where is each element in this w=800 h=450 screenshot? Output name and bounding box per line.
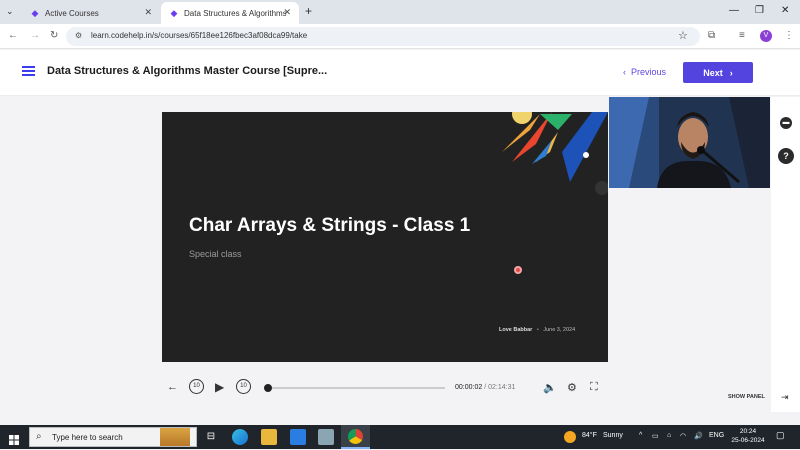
presenter-image xyxy=(609,97,770,188)
exit-panel-icon[interactable]: ⇥ xyxy=(781,392,789,403)
extensions-icon[interactable]: ⧉ xyxy=(708,30,715,41)
profile-avatar[interactable]: V xyxy=(760,30,772,42)
codehelp-favicon-icon: ◆ xyxy=(169,8,179,18)
tab-title: Data Structures & Algorithms M xyxy=(184,9,286,18)
help-icon[interactable]: ? xyxy=(778,148,794,164)
restore-button[interactable]: ❐ xyxy=(755,5,764,16)
show-panel-button[interactable]: SHOW PANEL xyxy=(728,394,765,400)
back-arrow-icon[interactable]: ← xyxy=(167,381,178,393)
next-label: Next xyxy=(703,68,723,78)
chrome-icon[interactable] xyxy=(341,425,370,449)
fullscreen-icon[interactable]: ⛶ xyxy=(590,381,598,394)
video-subtitle: Special class xyxy=(189,249,242,259)
reload-icon[interactable]: ↻ xyxy=(50,30,58,41)
tab-active-courses[interactable]: ◆ Active Courses ✕ xyxy=(22,2,160,24)
windows-taskbar: ⌕ Type here to search ⊟ 84°F Sunny ^ ▭ ⌂… xyxy=(0,425,800,449)
time-separator: / xyxy=(484,384,486,391)
previous-label: Previous xyxy=(631,67,666,77)
media-controls-icon[interactable]: ≡ xyxy=(739,30,745,41)
task-view-icon[interactable]: ⊟ xyxy=(203,429,219,445)
weather-sun-icon[interactable] xyxy=(564,431,576,443)
decorative-shapes xyxy=(492,112,608,212)
clock-date: 25-06-2024 xyxy=(728,436,768,445)
weather-desc[interactable]: Sunny xyxy=(603,432,623,439)
hamburger-menu-icon[interactable] xyxy=(22,66,35,76)
settings-gear-icon[interactable]: ⚙ xyxy=(567,381,577,394)
browser-menu-icon[interactable]: ⋮ xyxy=(784,30,794,41)
tab-title: Active Courses xyxy=(45,9,99,18)
chevron-left-icon: ‹ xyxy=(623,67,626,77)
video-title: Char Arrays & Strings - Class 1 xyxy=(189,215,470,237)
battery-icon[interactable]: ▭ xyxy=(652,432,659,440)
next-button[interactable]: Next › xyxy=(683,62,753,83)
current-time: 00:00:02 xyxy=(455,384,482,391)
file-explorer-icon[interactable] xyxy=(261,429,277,445)
language-indicator[interactable]: ENG xyxy=(709,432,724,439)
forward-10-icon[interactable]: 10 xyxy=(236,379,251,394)
close-tab-icon[interactable]: ✕ xyxy=(144,7,152,18)
address-bar[interactable]: ⚙ learn.codehelp.in/s/courses/65f18ee126… xyxy=(66,27,700,46)
close-tab-icon[interactable]: ✕ xyxy=(283,7,291,18)
clock-time: 20:24 xyxy=(728,427,768,436)
credit-separator: • xyxy=(537,327,539,333)
progress-bar[interactable] xyxy=(267,387,445,389)
edge-icon[interactable] xyxy=(232,429,248,445)
play-icon[interactable]: ▶ xyxy=(215,380,224,394)
search-icon: ⌕ xyxy=(36,431,42,442)
volume-tray-icon[interactable]: 🔊 xyxy=(694,432,703,440)
taskbar-search[interactable]: ⌕ Type here to search xyxy=(29,427,197,447)
time-display: 00:00:02 / 02:14:31 xyxy=(455,384,515,391)
chevron-right-icon: › xyxy=(730,68,733,78)
presenter-pointer xyxy=(514,266,522,274)
chat-icon[interactable]: ▬ xyxy=(780,117,792,129)
site-settings-icon[interactable]: ⚙ xyxy=(75,31,82,40)
close-window-button[interactable]: ✕ xyxy=(781,5,789,16)
volume-icon[interactable]: 🔈 xyxy=(543,381,557,394)
video-player[interactable]: Char Arrays & Strings - Class 1 Special … xyxy=(162,112,608,362)
video-credit: Love Babbar • June 3, 2024 xyxy=(499,327,575,333)
rewind-10-icon[interactable]: 10 xyxy=(189,379,204,394)
previous-button[interactable]: ‹ Previous xyxy=(623,67,666,77)
clock[interactable]: 20:24 25-06-2024 xyxy=(728,427,768,445)
app-icon[interactable] xyxy=(318,429,334,445)
right-side-rail: ▬ ? xyxy=(771,97,800,412)
bookmark-star-icon[interactable]: ☆ xyxy=(678,29,688,42)
forward-icon[interactable]: → xyxy=(30,30,40,41)
show-hidden-icons[interactable]: ^ xyxy=(639,432,642,439)
url-text: learn.codehelp.in/s/courses/65f18ee126fb… xyxy=(91,31,307,40)
notifications-icon[interactable]: ▢ xyxy=(776,430,785,441)
mail-icon[interactable] xyxy=(290,429,306,445)
tab-search-button[interactable]: ⌄ xyxy=(6,6,14,17)
progress-handle[interactable] xyxy=(264,384,272,392)
total-time: 02:14:31 xyxy=(488,384,515,391)
minimize-button[interactable]: — xyxy=(729,5,739,16)
author-name: Love Babbar xyxy=(499,327,532,333)
tab-dsa-course[interactable]: ◆ Data Structures & Algorithms M ✕ xyxy=(161,2,299,24)
codehelp-favicon-icon: ◆ xyxy=(30,8,40,18)
player-controls: ← 10 ▶ 10 00:00:02 / 02:14:31 🔈 ⚙ ⛶ xyxy=(162,378,608,400)
search-placeholder: Type here to search xyxy=(52,433,123,442)
browser-tab-strip: ⌄ ◆ Active Courses ✕ ◆ Data Structures &… xyxy=(0,0,800,24)
weather-temp[interactable]: 84°F xyxy=(582,432,597,439)
chrome-logo xyxy=(348,429,363,444)
course-header: Data Structures & Algorithms Master Cour… xyxy=(0,50,800,96)
course-title: Data Structures & Algorithms Master Cour… xyxy=(47,65,327,77)
presenter-webcam xyxy=(609,97,770,188)
network-icon[interactable]: ⌂ xyxy=(667,432,671,439)
search-highlight-image xyxy=(160,428,190,446)
browser-toolbar: ← → ↻ ⚙ learn.codehelp.in/s/courses/65f1… xyxy=(0,24,800,49)
video-date: June 3, 2024 xyxy=(543,327,575,333)
wifi-icon[interactable]: ◠ xyxy=(680,432,686,440)
back-icon[interactable]: ← xyxy=(8,30,18,41)
windows-start-icon[interactable] xyxy=(9,432,19,442)
new-tab-button[interactable]: + xyxy=(305,5,312,17)
